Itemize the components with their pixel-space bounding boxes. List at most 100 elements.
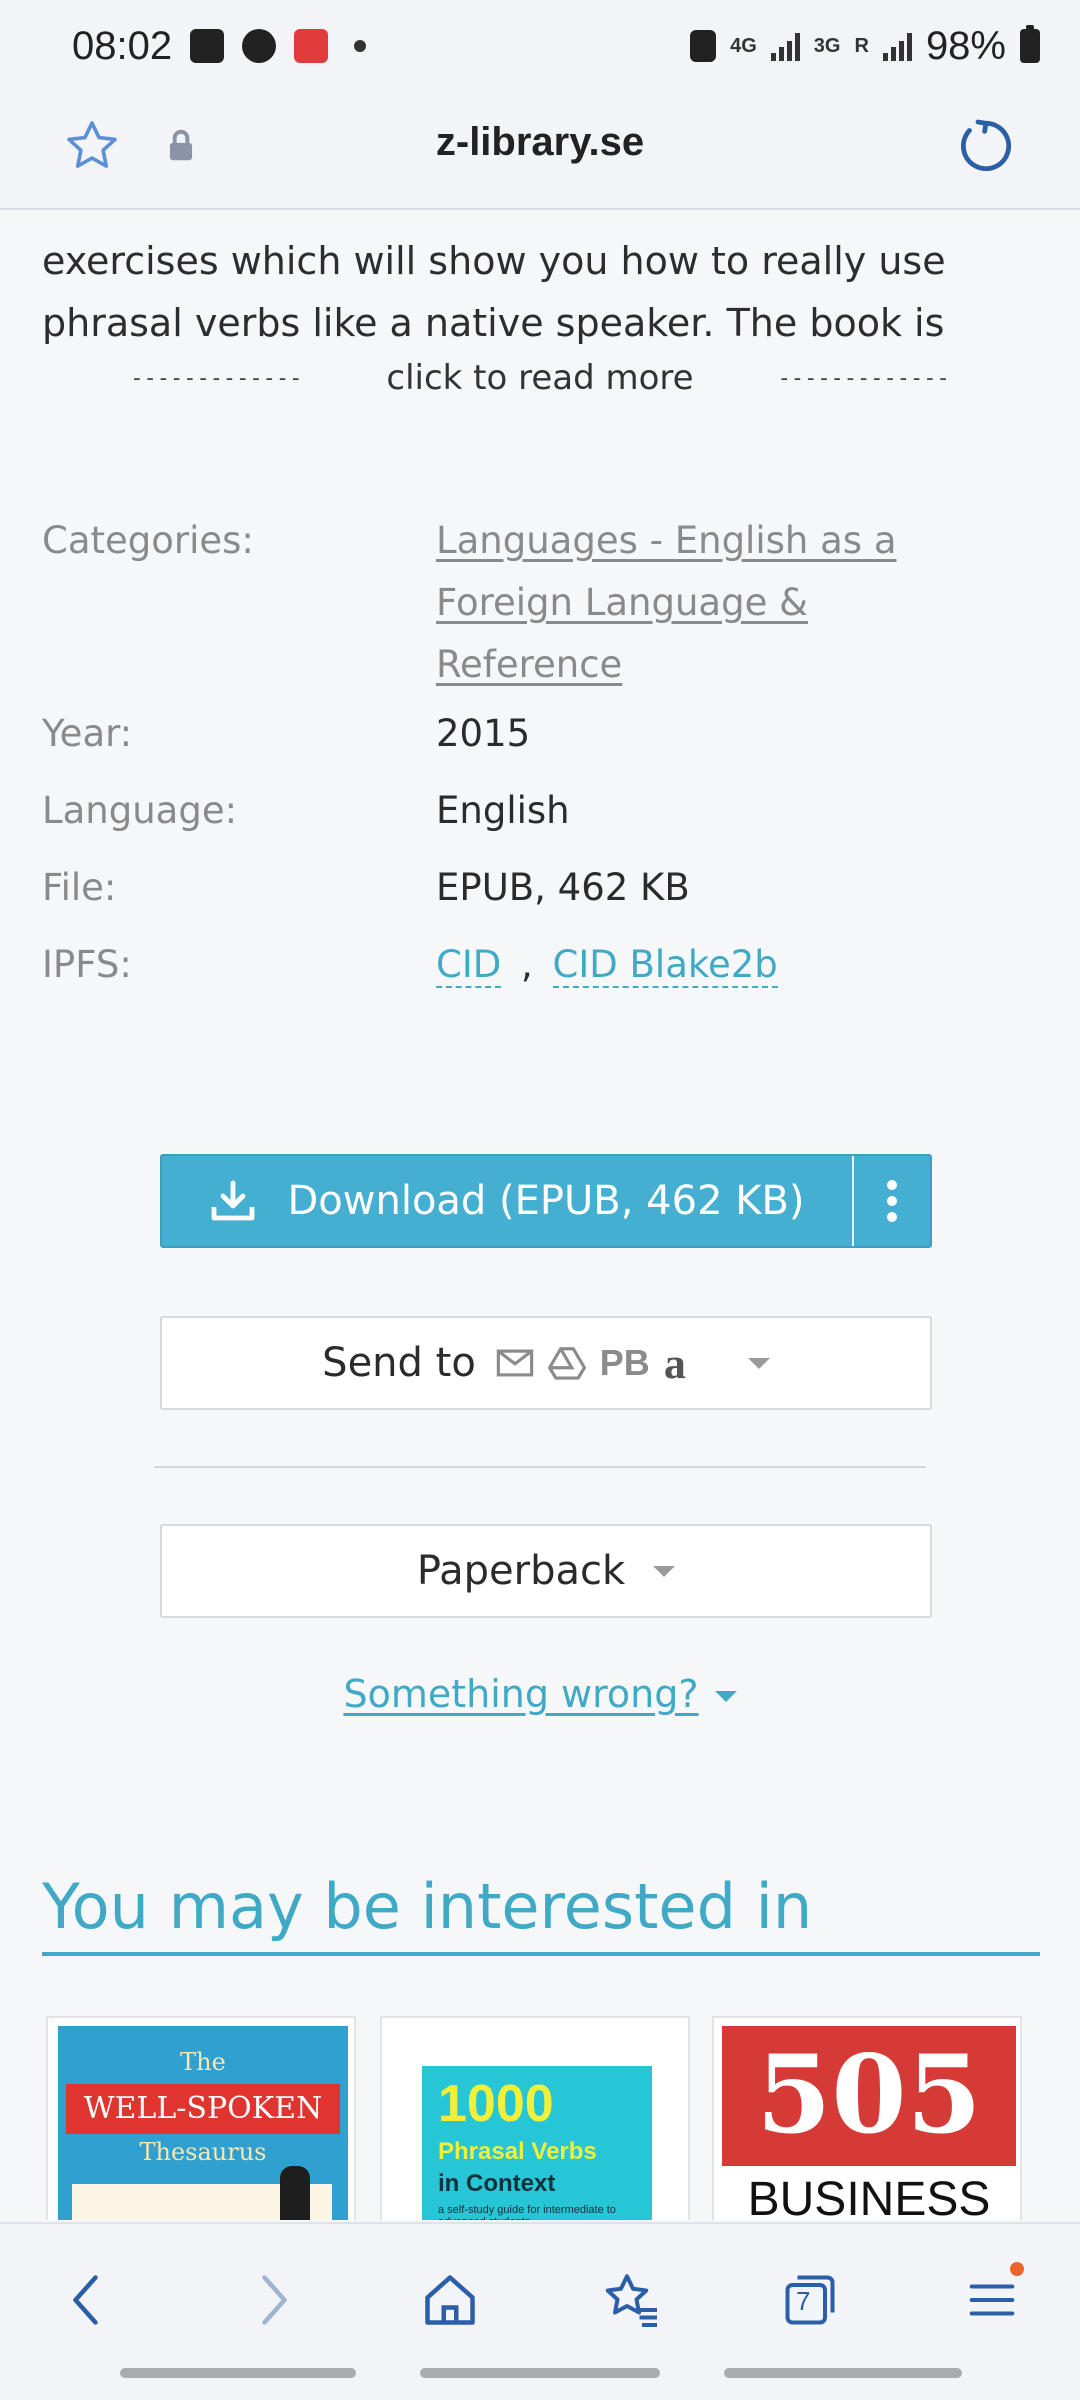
property-label: IPFS: [42, 943, 132, 986]
categories-link[interactable]: Languages - English as a Foreign Languag… [436, 510, 1042, 696]
recommended-book[interactable]: 505 BUSINESS [712, 2016, 1022, 2220]
description-line: exercises which will show you how to rea… [42, 239, 946, 283]
cover-text: 505 [756, 2032, 982, 2158]
download-options-button[interactable] [854, 1156, 930, 1246]
ipfs-cid-link[interactable]: CID [436, 943, 502, 988]
property-file: File: EPUB, 462 KB [42, 866, 1042, 909]
property-label: Year: [42, 712, 133, 755]
back-arrow-icon [73, 2275, 98, 2325]
forward-arrow-icon [262, 2275, 287, 2325]
download-button[interactable]: Download (EPUB, 462 KB) [162, 1156, 852, 1246]
divider [154, 1466, 926, 1468]
cover-figure [280, 2166, 310, 2220]
gallery-icon [190, 29, 225, 63]
cover-text: a self-study guide for intermediate to a… [438, 2204, 616, 2220]
browser-toolbar: z-library.se [0, 92, 1080, 210]
amazon-label: a [663, 1338, 686, 1388]
gesture-bar [420, 2368, 660, 2378]
something-wrong-label: Something wrong? [343, 1672, 699, 1716]
hamburger-menu-icon [969, 2284, 1015, 2316]
ipfs-values: CID , CID Blake2b [436, 943, 1042, 988]
battery-percent: 98% [925, 23, 1006, 68]
chevron-down-icon [653, 1565, 676, 1577]
tab-count: 7 [796, 2286, 811, 2316]
cover-text: in Context [438, 2170, 556, 2197]
cover-text: WELL-SPOKEN [66, 2084, 340, 2134]
book-cover: 505 BUSINESS [722, 2026, 1016, 2220]
reload-icon [961, 119, 1012, 172]
read-more-toggle[interactable]: ------------- click to read more -------… [0, 358, 1080, 398]
read-more-label: click to read more [386, 358, 694, 398]
home-icon [425, 2275, 475, 2325]
menu-button[interactable] [952, 2260, 1032, 2340]
cover-text: Thesaurus [139, 2138, 267, 2166]
battery-icon [1020, 25, 1040, 63]
battery-saver-icon [690, 30, 717, 62]
recommended-book[interactable]: The WELL-SPOKEN Thesaurus [46, 2016, 356, 2220]
network-3g-label: 3G [813, 34, 841, 57]
language-value: English [436, 789, 570, 832]
xiaohongshu-icon [294, 29, 329, 63]
more-vertical-icon [887, 1180, 897, 1222]
book-details: exercises which will show you how to rea… [0, 210, 1080, 2220]
gesture-bar [120, 2368, 356, 2378]
roaming-label: R [854, 34, 869, 57]
status-right: 4G 3G R 98% [690, 24, 1040, 69]
send-to-dropdown[interactable]: Send to PB a [160, 1316, 932, 1410]
status-bar: 08:02 4G 3G R 98% [0, 0, 1080, 92]
property-categories: Categories: Languages - English as a For… [42, 510, 1042, 696]
send-to-label: Send to [322, 1340, 476, 1386]
book-description[interactable]: exercises which will show you how to rea… [42, 230, 1042, 354]
description-line: phrasal verbs like a native speaker. The… [42, 301, 945, 345]
dash-divider: ------------- [777, 365, 950, 391]
chevron-down-icon [747, 1357, 770, 1369]
check-app-icon [242, 29, 277, 63]
download-icon [212, 1180, 255, 1221]
section-title: You may be interested in [42, 1870, 813, 1943]
network-4g-label: 4G [730, 34, 757, 57]
year-value: 2015 [436, 712, 531, 755]
section-underline [42, 1952, 1040, 1956]
book-cover: The WELL-SPOKEN Thesaurus [58, 2026, 348, 2220]
book-cover: 1000 Phrasal Verbs in Context a self-stu… [422, 2066, 652, 2220]
property-label: Language: [42, 789, 238, 832]
cover-text: BUSINESS [747, 2173, 991, 2220]
cover-text: Phrasal Verbs [438, 2138, 597, 2165]
chevron-down-icon [714, 1691, 737, 1702]
back-button[interactable] [48, 2260, 128, 2340]
something-wrong-link[interactable]: Something wrong? [0, 1672, 1080, 1716]
bookmarks-list-icon [605, 2274, 657, 2327]
url-text[interactable]: z-library.se [0, 120, 1080, 165]
cover-text: The [180, 2048, 226, 2076]
home-button[interactable] [410, 2260, 490, 2340]
gesture-bar [724, 2368, 962, 2378]
property-label: File: [42, 866, 117, 909]
email-icon [496, 1349, 534, 1377]
google-drive-icon [547, 1347, 586, 1380]
ipfs-separator: , [521, 943, 533, 986]
book-properties: Categories: Languages - English as a For… [42, 510, 1042, 988]
send-targets: PB a [496, 1338, 686, 1389]
notification-dot-icon [354, 40, 367, 52]
bookmarks-button[interactable] [592, 2260, 672, 2340]
property-ipfs: IPFS: CID , CID Blake2b [42, 943, 1042, 988]
notification-dot-icon [1010, 2262, 1024, 2276]
paperback-dropdown[interactable]: Paperback [160, 1524, 932, 1618]
download-label: Download (EPUB, 462 KB) [287, 1178, 805, 1224]
property-label: Categories: [42, 519, 254, 562]
signal-bars-1-icon [770, 31, 800, 61]
download-button-group: Download (EPUB, 462 KB) [160, 1154, 932, 1248]
forward-button[interactable] [232, 2260, 312, 2340]
property-year: Year: 2015 [42, 712, 1042, 755]
dash-divider: ------------- [130, 365, 303, 391]
file-value: EPUB, 462 KB [436, 866, 690, 909]
ipfs-blake2b-link[interactable]: CID Blake2b [552, 943, 778, 988]
recommended-book[interactable]: 1000 Phrasal Verbs in Context a self-stu… [380, 2016, 690, 2220]
signal-bars-2-icon [882, 31, 912, 61]
property-language: Language: English [42, 789, 1042, 832]
reload-button[interactable] [954, 114, 1018, 178]
cover-text: 1000 [438, 2075, 554, 2133]
bottom-navigation: 7 [0, 2222, 1080, 2400]
tabs-button[interactable]: 7 [770, 2260, 850, 2340]
status-left: 08:02 [72, 24, 367, 69]
